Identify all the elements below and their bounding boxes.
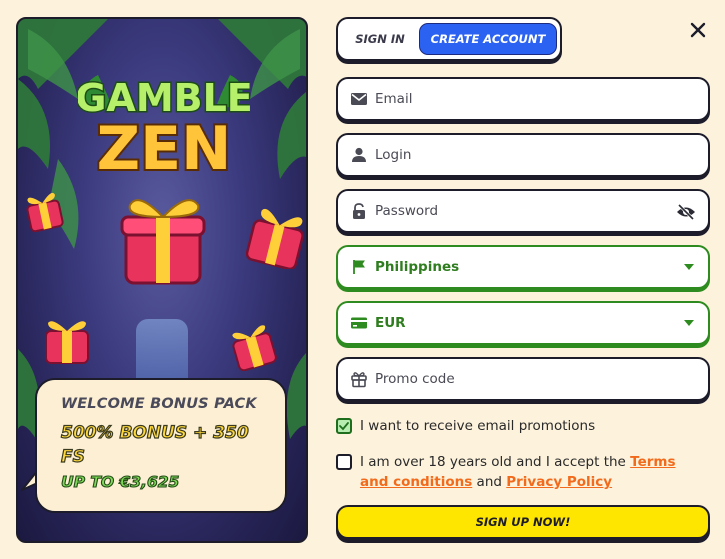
promo-code-input[interactable] — [375, 371, 655, 387]
envelope-icon — [351, 93, 367, 105]
gift-box-small — [246, 208, 304, 269]
promo-code-field[interactable] — [336, 357, 710, 401]
currency-select[interactable]: EUR — [336, 301, 710, 345]
email-input[interactable] — [375, 91, 655, 107]
terms-prefix: I am over 18 years old and I accept the — [360, 454, 631, 470]
gift-box-large — [120, 199, 206, 285]
country-value: Philippines — [375, 259, 460, 275]
gift-box-small — [26, 192, 64, 233]
country-select[interactable]: Philippines — [336, 245, 710, 289]
terms-and: and — [472, 474, 507, 490]
caret-down-icon — [684, 264, 694, 270]
gift-box-small — [45, 321, 89, 364]
bonus-title: WELCOME BONUS PACK — [61, 396, 257, 412]
login-field[interactable] — [336, 133, 710, 177]
password-input[interactable] — [375, 203, 655, 219]
tab-create-account[interactable]: CREATE ACCOUNT — [419, 23, 557, 55]
svg-text:ZEN: ZEN — [97, 114, 232, 184]
card-icon — [351, 317, 367, 329]
gift-box-small — [232, 325, 277, 371]
auth-tabs: SIGN IN CREATE ACCOUNT — [336, 17, 562, 61]
gamblezen-logo: GAMBLE ZEN — [78, 75, 250, 186]
gift-icon — [351, 372, 367, 388]
email-promotions-checkbox[interactable] — [336, 418, 352, 434]
email-promotions-row: I want to receive email promotions — [336, 416, 595, 436]
login-input[interactable] — [375, 147, 655, 163]
eye-off-icon[interactable] — [676, 203, 696, 221]
terms-text: I am over 18 years old and I accept the … — [360, 452, 700, 492]
welcome-bonus-bubble: WELCOME BONUS PACK 500% BONUS + 350 FS U… — [35, 378, 287, 513]
email-promotions-label: I want to receive email promotions — [360, 418, 596, 434]
tab-sign-in[interactable]: SIGN IN — [342, 23, 418, 55]
privacy-policy-link[interactable]: Privacy Policy — [506, 474, 612, 490]
lock-icon — [353, 203, 365, 219]
currency-value: EUR — [375, 315, 406, 331]
password-field[interactable] — [336, 189, 710, 233]
caret-down-icon — [684, 320, 694, 326]
user-icon — [352, 147, 366, 162]
terms-checkbox[interactable] — [336, 454, 352, 470]
bonus-cap: UP TO €3,625 — [60, 472, 180, 491]
check-icon — [339, 422, 349, 431]
bonus-offer: 500% BONUS + 350 FS — [60, 422, 249, 467]
close-icon[interactable] — [688, 20, 708, 40]
sign-up-button[interactable]: SIGN UP NOW! — [336, 505, 710, 539]
flag-icon — [353, 260, 365, 274]
terms-row: I am over 18 years old and I accept the … — [336, 452, 710, 492]
email-field[interactable] — [336, 77, 710, 121]
